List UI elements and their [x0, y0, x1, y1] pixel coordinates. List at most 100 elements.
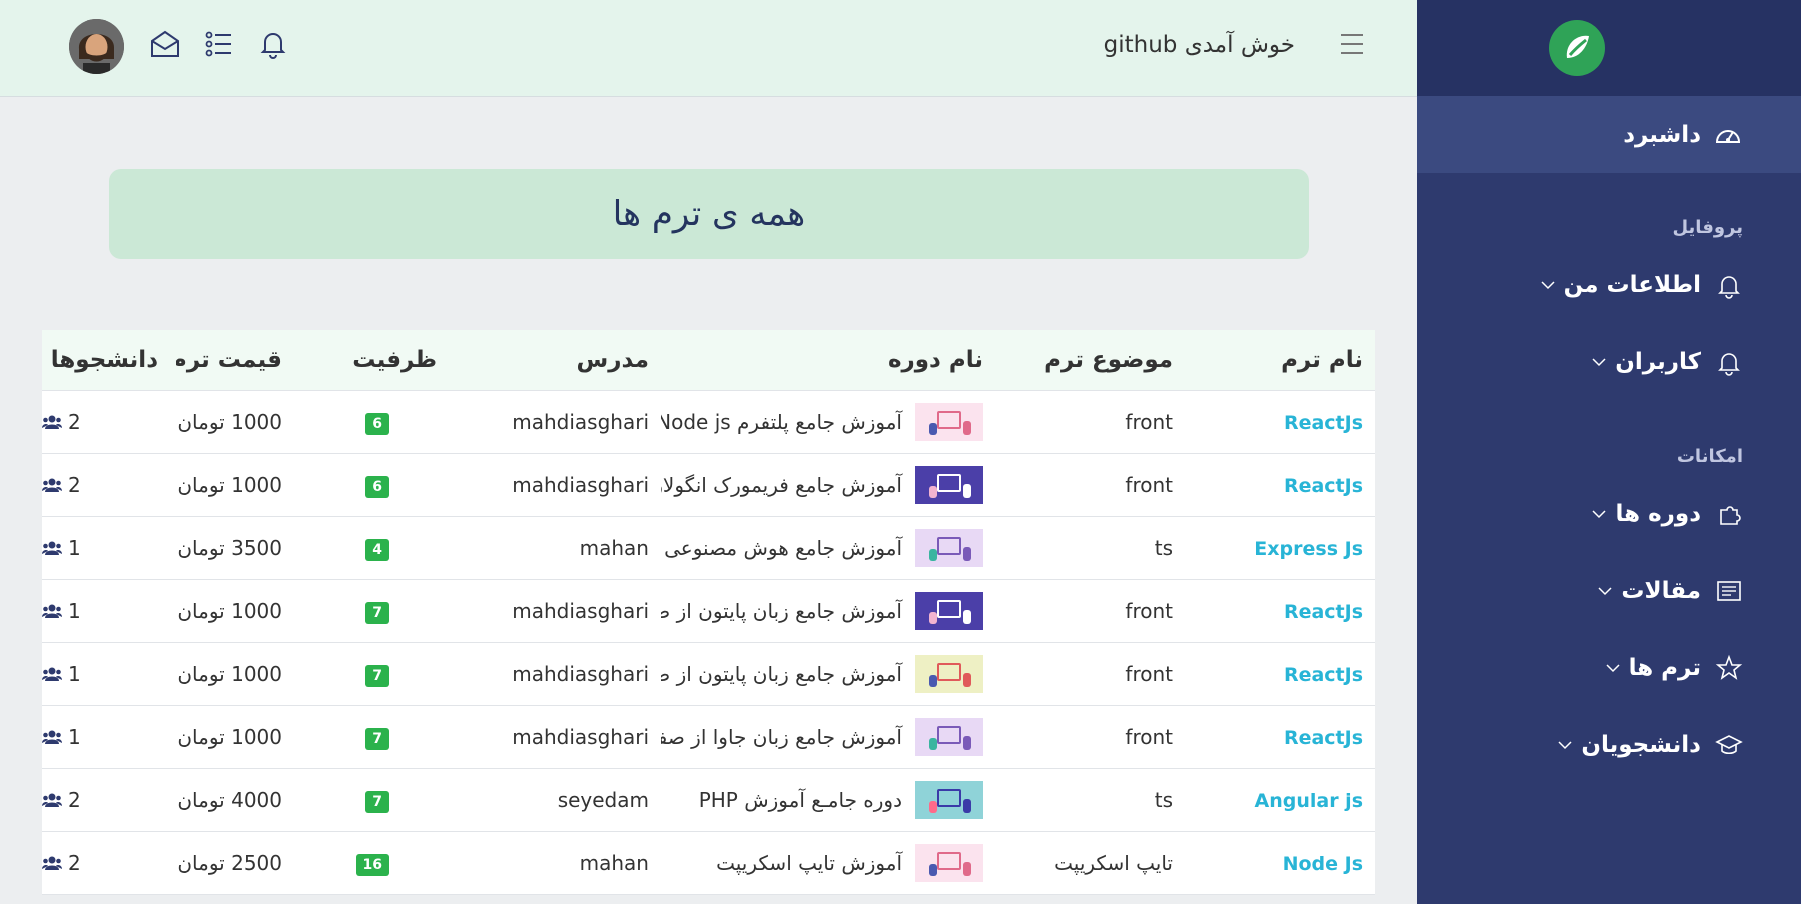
students-count: 1: [68, 599, 81, 623]
nav-item-label: دانشجویان: [1581, 731, 1701, 758]
table-row: ReactJs front آموزش جامع پلتفرم Node js …: [42, 391, 1375, 454]
capacity-cell: 6: [300, 409, 449, 435]
course-thumbnail: [915, 844, 983, 882]
course-name: آموزش جامع پلتفرم Node js: [661, 410, 902, 434]
bell-icon[interactable]: [257, 28, 289, 60]
course-name: آموزش جامع زبان جاوا از صفر تا صد: [661, 725, 902, 749]
nav-item-label: دوره ها: [1615, 500, 1701, 527]
avatar[interactable]: [69, 19, 124, 74]
nav-item-articles[interactable]: مقالات: [1417, 552, 1801, 629]
capacity-cell: 6: [300, 472, 449, 498]
term-link[interactable]: Angular js: [1255, 790, 1364, 812]
task-list-icon[interactable]: [203, 28, 235, 60]
term-link[interactable]: ReactJs: [1284, 664, 1363, 686]
teacher-cell: mahan: [579, 536, 649, 560]
header-term: نام ترم: [1281, 347, 1363, 373]
price-cell: 1000 تومان: [177, 410, 282, 434]
table-row: Angular js ts دوره جامـع آموزش PHP seyed…: [42, 769, 1375, 832]
term-cell: ReactJs: [1185, 725, 1375, 749]
course-cell: آموزش تایپ اسکریپت: [661, 844, 995, 882]
students-cell: 2: [42, 788, 176, 812]
header-topic: موضوع ترم: [1044, 347, 1173, 373]
topic-cell: front: [1125, 662, 1173, 686]
nav-item-label: کاربران: [1615, 348, 1701, 375]
course-thumbnail: [915, 718, 983, 756]
mail-icon[interactable]: [149, 28, 181, 60]
page-title: همه ی ترم ها: [612, 194, 806, 234]
header-capacity: ظرفیت: [352, 347, 437, 373]
capacity-cell: 16: [300, 850, 449, 876]
table-row: ReactJs front آموزش جامع زبان پایتون از …: [42, 580, 1375, 643]
course-name: دوره جامـع آموزش PHP: [698, 788, 902, 812]
term-link[interactable]: ReactJs: [1284, 601, 1363, 623]
capacity-badge: 6: [365, 413, 389, 435]
teacher-cell: mahdiasghari: [512, 599, 649, 623]
course-cell: دوره جامـع آموزش PHP: [661, 781, 995, 819]
capacity-cell: 7: [300, 724, 449, 750]
course-thumbnail: [915, 781, 983, 819]
table-row: Node Js تایپ اسکریپت آموزش تایپ اسکریپت …: [42, 832, 1375, 895]
nav-item-courses[interactable]: دوره ها: [1417, 475, 1801, 552]
users-icon: [42, 478, 62, 492]
table-row: ReactJs front آموزش جامع زبان جاوا از صف…: [42, 706, 1375, 769]
price-cell: 4000 تومان: [177, 788, 282, 812]
capacity-cell: 7: [300, 661, 449, 687]
terms-table: نام ترم موضوع ترم نام دوره مدرس ظرفیت قی…: [42, 330, 1375, 895]
topic-cell: تایپ اسکریپت: [1054, 851, 1173, 875]
term-link[interactable]: Express Js: [1254, 538, 1363, 560]
price-cell: 1000 تومان: [177, 599, 282, 623]
capacity-cell: 7: [300, 598, 449, 624]
term-link[interactable]: ReactJs: [1284, 727, 1363, 749]
teacher-cell: mahdiasghari: [512, 662, 649, 686]
students-count: 1: [68, 662, 81, 686]
capacity-badge: 7: [365, 665, 389, 687]
page-title-banner: همه ی ترم ها: [109, 169, 1309, 259]
user-avatar-icon: [69, 19, 124, 74]
bell-icon: [1718, 352, 1740, 376]
graduation-cap-icon: [1715, 734, 1743, 754]
term-link[interactable]: Node Js: [1283, 853, 1363, 875]
logo-area: [1417, 0, 1801, 96]
capacity-badge: 7: [365, 728, 389, 750]
brand-logo[interactable]: [1549, 20, 1605, 76]
section-label-features: امکانات: [1676, 446, 1743, 467]
teacher-cell: mahdiasghari: [512, 410, 649, 434]
star-icon: [1715, 654, 1743, 680]
chevron-down-icon: [1606, 663, 1620, 672]
nav-item-label: اطلاعات من: [1563, 271, 1701, 298]
students-count: 1: [68, 725, 81, 749]
nav-item-label: مقالات: [1621, 577, 1701, 604]
header-price: قیمت ترم: [176, 347, 282, 373]
students-cell: 2: [42, 473, 176, 497]
nav-item-terms[interactable]: ترم ها: [1417, 629, 1801, 706]
term-cell: ReactJs: [1185, 662, 1375, 686]
nav-dashboard[interactable]: داشبرد: [1417, 96, 1801, 173]
hamburger-menu-icon[interactable]: [1339, 32, 1365, 56]
nav-item-users[interactable]: کاربران: [1417, 323, 1801, 400]
students-cell: 1: [42, 725, 176, 749]
nav-item-students[interactable]: دانشجویان: [1417, 706, 1801, 783]
term-link[interactable]: ReactJs: [1284, 475, 1363, 497]
course-thumbnail: [915, 529, 983, 567]
term-cell: ReactJs: [1185, 599, 1375, 623]
nav-dashboard-label: داشبرد: [1623, 121, 1701, 148]
teacher-cell: mahdiasghari: [512, 725, 649, 749]
price-cell: 2500 تومان: [177, 851, 282, 875]
price-cell: 1000 تومان: [177, 662, 282, 686]
term-link[interactable]: ReactJs: [1284, 412, 1363, 434]
capacity-badge: 4: [365, 539, 389, 561]
course-name: آموزش جامع زبان پایتون از صفر تا صد: [661, 599, 902, 623]
users-icon: [42, 541, 62, 555]
header-teacher: مدرس: [576, 347, 649, 373]
nav-item-my-info[interactable]: اطلاعات من: [1417, 246, 1801, 323]
chevron-down-icon: [1592, 357, 1606, 366]
term-cell: Express Js: [1185, 536, 1375, 560]
price-cell: 1000 تومان: [177, 473, 282, 497]
topic-cell: ts: [1154, 788, 1173, 812]
term-cell: ReactJs: [1185, 473, 1375, 497]
capacity-badge: 6: [365, 476, 389, 498]
topic-cell: front: [1125, 725, 1173, 749]
students-cell: 1: [42, 536, 176, 560]
students-count: 2: [68, 851, 81, 875]
capacity-cell: 4: [300, 535, 449, 561]
